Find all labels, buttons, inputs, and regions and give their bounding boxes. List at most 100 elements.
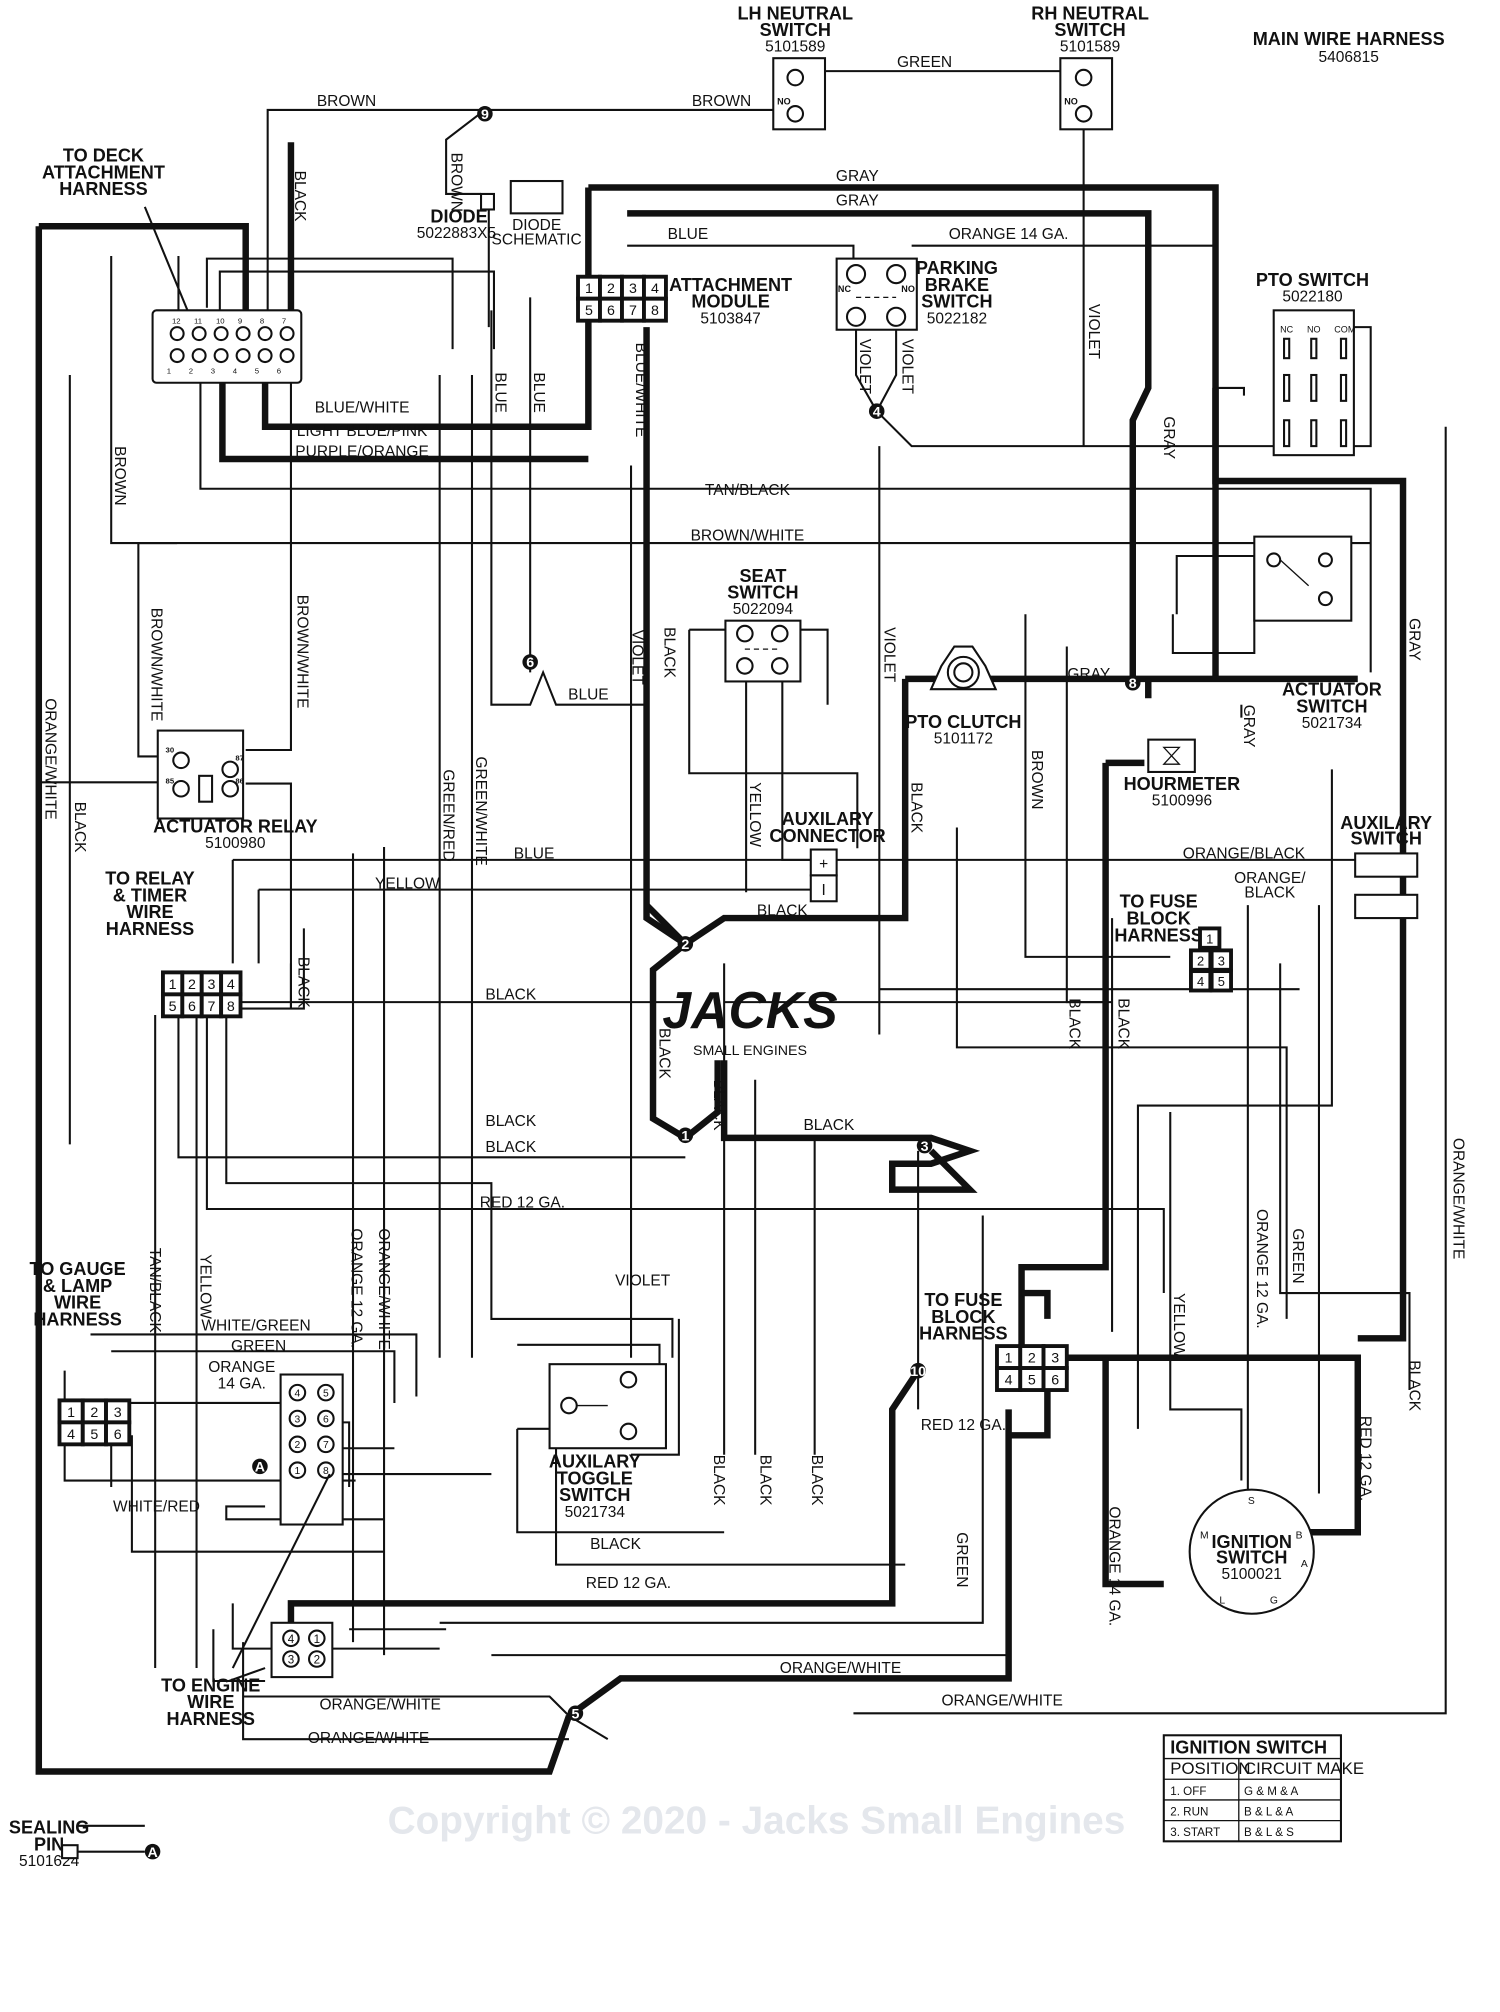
svg-text:BROWN: BROWN: [1028, 750, 1045, 809]
svg-text:4: 4: [288, 1633, 295, 1646]
relay-pin7: [225, 1015, 674, 1358]
svg-text:HARNESS: HARNESS: [919, 1324, 1007, 1344]
svg-text:14 GA.: 14 GA.: [218, 1376, 266, 1393]
svg-text:ORANGE 12 GA.: ORANGE 12 GA.: [348, 1228, 365, 1348]
blue-top-wire: [627, 244, 855, 266]
svg-text:12: 12: [172, 316, 181, 325]
svg-text:4: 4: [1005, 1373, 1013, 1389]
fuse-block-upper-pin: 2: [1189, 948, 1213, 972]
svg-text:COM: COM: [1334, 324, 1355, 334]
svg-text:5: 5: [1028, 1373, 1036, 1389]
svg-text:MODULE: MODULE: [691, 292, 769, 312]
svg-text:5: 5: [90, 1427, 98, 1443]
svg-text:BROWN/WHITE: BROWN/WHITE: [147, 608, 164, 722]
engine-harness-pin: 1: [308, 1629, 326, 1648]
svg-text:BLACK: BLACK: [485, 987, 536, 1004]
svg-text:GREEN/RED: GREEN/RED: [440, 769, 457, 861]
svg-text:BLUE: BLUE: [568, 687, 609, 704]
svg-text:3: 3: [295, 1414, 301, 1425]
svg-text:ORANGE/WHITE: ORANGE/WHITE: [319, 1696, 440, 1713]
svg-text:ORANGE: ORANGE: [208, 1359, 275, 1376]
ignition-switch: IGNITION SWITCH 5100021 S M B A L G: [1188, 1488, 1315, 1615]
gauge-connector-pin: 2: [288, 1435, 307, 1454]
svg-text:B: B: [1296, 1531, 1303, 1542]
svg-text:ORANGE/WHITE: ORANGE/WHITE: [375, 1228, 392, 1349]
svg-text:YELLOW: YELLOW: [375, 875, 440, 892]
svg-text:5021734: 5021734: [565, 1504, 626, 1521]
svg-text:1: 1: [1005, 1351, 1013, 1367]
gauge-connector-pin: 7: [317, 1435, 335, 1454]
svg-text:8: 8: [260, 316, 264, 325]
svg-text:HARNESS: HARNESS: [1114, 925, 1202, 945]
svg-text:BLACK: BLACK: [756, 1455, 773, 1506]
svg-text:85: 85: [166, 777, 175, 786]
fuse-block-lower-pin: 6: [1041, 1366, 1069, 1392]
svg-text:HARNESS: HARNESS: [106, 919, 194, 939]
svg-text:BLUE/WHITE: BLUE/WHITE: [632, 343, 649, 438]
svg-text:BLACK: BLACK: [1244, 884, 1295, 901]
svg-text:VIOLET: VIOLET: [880, 627, 897, 683]
svg-text:4: 4: [233, 367, 238, 376]
parking-brake-switch: NC NO PARKING BRAKE SWITCH 5022182: [835, 257, 998, 331]
svg-text:SWITCH: SWITCH: [727, 583, 798, 603]
svg-text:BLACK: BLACK: [803, 1117, 854, 1134]
svg-text:10: 10: [910, 1364, 926, 1380]
svg-text:NC: NC: [838, 284, 852, 294]
svg-text:VIOLET: VIOLET: [628, 630, 645, 686]
svg-text:M: M: [1200, 1531, 1209, 1542]
svg-text:ORANGE/WHITE: ORANGE/WHITE: [41, 698, 58, 819]
svg-text:BLACK: BLACK: [291, 171, 308, 222]
svg-text:8: 8: [227, 999, 235, 1015]
svg-text:2: 2: [1197, 953, 1204, 968]
svg-text:YELLOW: YELLOW: [746, 782, 763, 847]
logo-sub-watermark: SMALL ENGINES: [693, 1043, 807, 1059]
ignition-table-header-circuit: CIRCUIT MAKE: [1244, 1759, 1364, 1778]
svg-text:6: 6: [526, 655, 534, 671]
svg-text:BLACK: BLACK: [710, 1455, 727, 1506]
svg-text:4: 4: [295, 1389, 301, 1400]
svg-text:TAN/BLACK: TAN/BLACK: [705, 482, 791, 499]
svg-text:2: 2: [295, 1440, 301, 1451]
fuse-block-upper-pin: 3: [1209, 948, 1233, 972]
fuse-block-upper-pin: 4: [1189, 969, 1213, 993]
svg-text:SCHEMATIC: SCHEMATIC: [492, 231, 582, 248]
svg-text:3: 3: [211, 367, 215, 376]
pto-clutch: PTO CLUTCH 5101172: [905, 645, 1022, 748]
engine-harness-pin: 3: [282, 1650, 300, 1668]
gauge-connector-pin: 4: [288, 1383, 307, 1402]
svg-text:5022182: 5022182: [927, 310, 987, 327]
svg-text:RED 12 GA.: RED 12 GA.: [1356, 1416, 1373, 1501]
svg-text:3: 3: [629, 281, 637, 297]
svg-text:GREEN/WHITE: GREEN/WHITE: [472, 756, 489, 865]
svg-text:GRAY: GRAY: [1405, 618, 1422, 661]
svg-text:BLACK: BLACK: [590, 1536, 641, 1553]
harness-part-number: 5406815: [1319, 49, 1379, 66]
svg-text:BLUE: BLUE: [491, 372, 508, 412]
black-h3: [177, 1015, 686, 1159]
auxilary-switch: AUXILARY SWITCH: [1340, 813, 1432, 920]
attachment-module-pin: 7: [620, 296, 646, 323]
svg-text:1: 1: [67, 1405, 75, 1421]
svg-text:BROWN: BROWN: [447, 153, 464, 212]
svg-text:YELLOW: YELLOW: [196, 1254, 213, 1319]
svg-text:+: +: [819, 856, 828, 873]
green-red-white: [438, 374, 474, 1358]
svg-text:3: 3: [1218, 953, 1225, 968]
svg-text:PTO CLUTCH: PTO CLUTCH: [905, 712, 1021, 732]
gauge-lamp-pin: 2: [80, 1398, 108, 1425]
svg-text:HARNESS: HARNESS: [167, 1709, 255, 1729]
gauge-connector-pin: 8: [317, 1461, 335, 1480]
svg-text:2: 2: [607, 281, 615, 297]
svg-text:ORANGE/WHITE: ORANGE/WHITE: [308, 1730, 429, 1747]
svg-text:SWITCH: SWITCH: [1216, 1547, 1287, 1567]
relay-timer-pin: 6: [180, 992, 204, 1019]
svg-text:GRAY: GRAY: [1240, 705, 1257, 748]
splice-1: 1: [677, 1127, 694, 1144]
svg-text:BLUE: BLUE: [514, 846, 555, 863]
splice-6: 6: [522, 654, 538, 671]
svg-text:1: 1: [295, 1466, 301, 1477]
svg-text:BLUE: BLUE: [530, 372, 547, 412]
svg-text:RED 12 GA.: RED 12 GA.: [921, 1417, 1006, 1434]
svg-text:5021734: 5021734: [1302, 715, 1363, 732]
svg-text:5101589: 5101589: [1060, 39, 1120, 56]
